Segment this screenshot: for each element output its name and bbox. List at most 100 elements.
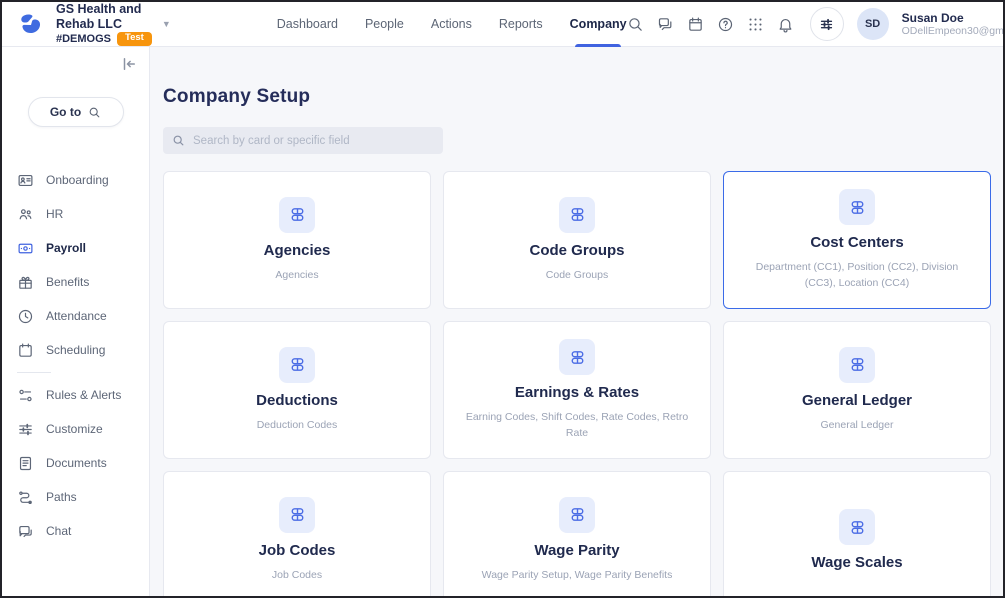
- help-icon[interactable]: [717, 16, 734, 33]
- chatbubble-icon: [17, 523, 34, 540]
- apps-grid-icon[interactable]: [747, 16, 764, 33]
- main-nav: Dashboard People Actions Reports Company: [277, 2, 627, 47]
- search-input[interactable]: [163, 127, 443, 154]
- search-icon[interactable]: [627, 16, 644, 33]
- card-title: Agencies: [263, 241, 331, 259]
- card-title: Job Codes: [258, 541, 336, 559]
- goto-label: Go to: [49, 105, 82, 119]
- card-subtitle: Job Codes: [271, 568, 323, 581]
- sidebar-item-onboarding[interactable]: Onboarding: [2, 163, 149, 197]
- nav-tab-dashboard[interactable]: Dashboard: [277, 2, 338, 47]
- search-icon: [173, 135, 184, 146]
- sidebar-item-attendance[interactable]: Attendance: [2, 299, 149, 333]
- top-header: GS Health and Rehab LLC #DEMOGS Test ▼ D…: [2, 2, 1003, 47]
- module-icon: [839, 509, 875, 545]
- card-title: Deductions: [256, 391, 338, 409]
- sidebar: Go to Onboarding HR Payroll Benefits Attenda…: [2, 47, 150, 596]
- sidebar-item-label: Payroll: [46, 241, 87, 255]
- documents-icon: [17, 455, 34, 472]
- customize-icon: [17, 421, 34, 438]
- calendar-icon[interactable]: [687, 16, 704, 33]
- setup-card-job-codes[interactable]: Job Codes Job Codes: [163, 471, 431, 596]
- user-email: ODellEmpeon30@gmail.co: [901, 24, 1004, 37]
- sidebar-item-paths[interactable]: Paths: [2, 480, 149, 514]
- company-switcher[interactable]: GS Health and Rehab LLC #DEMOGS Test: [56, 2, 152, 46]
- card-subtitle: Deduction Codes: [256, 418, 338, 431]
- setup-cards-grid: Agencies Agencies Code Groups Code Groups Co…: [163, 171, 991, 596]
- sidebar-item-payroll[interactable]: Payroll: [2, 231, 149, 265]
- chevron-down-icon[interactable]: ▼: [162, 19, 171, 29]
- card-title: Cost Centers: [810, 234, 904, 252]
- sidebar-item-benefits[interactable]: Benefits: [2, 265, 149, 299]
- tune-sliders-icon: [820, 18, 833, 30]
- attendance-icon: [17, 308, 34, 325]
- company-code: #DEMOGS: [56, 32, 112, 45]
- preferences-button[interactable]: [809, 7, 844, 41]
- search-icon: [89, 107, 100, 117]
- setup-card-cost-centers[interactable]: Cost Centers Department (CC1), Position (…: [723, 171, 991, 309]
- setup-card-code-groups[interactable]: Code Groups Code Groups: [443, 171, 711, 309]
- card-title: Code Groups: [529, 241, 625, 259]
- user-name: Susan Doe: [901, 10, 964, 25]
- company-name: GS Health and Rehab LLC: [56, 2, 142, 31]
- scheduling-icon: [17, 342, 34, 359]
- sidebar-item-documents[interactable]: Documents: [2, 446, 149, 480]
- user-menu[interactable]: Susan Doe ODellEmpeon30@gmail.co: [901, 10, 1004, 38]
- sidebar-item-customize[interactable]: Customize: [2, 412, 149, 446]
- card-title: General Ledger: [801, 391, 913, 409]
- module-icon: [279, 496, 315, 533]
- sidebar-menu: Onboarding HR Payroll Benefits Attendance Sch…: [2, 163, 149, 548]
- goto-search-button[interactable]: Go to: [27, 97, 124, 127]
- sidebar-item-label: HR: [46, 207, 64, 221]
- module-icon: [279, 196, 315, 233]
- card-subtitle: Wage Parity Setup, Wage Parity Benefits: [481, 568, 673, 581]
- sidebar-item-label: Customize: [46, 422, 103, 436]
- card-subtitle: General Ledger: [820, 418, 894, 431]
- setup-card-agencies[interactable]: Agencies Agencies: [163, 171, 431, 309]
- menu-divider: [17, 372, 51, 373]
- card-title: Wage Parity: [534, 541, 620, 559]
- module-icon: [839, 346, 875, 383]
- setup-card-general-ledger[interactable]: General Ledger General Ledger: [723, 321, 991, 459]
- sidebar-item-hr[interactable]: HR: [2, 197, 149, 231]
- avatar[interactable]: SD: [856, 8, 889, 40]
- main-content: Company Setup Agencies Agencies Code Group…: [150, 47, 1003, 596]
- sidebar-item-scheduling[interactable]: Scheduling: [2, 333, 149, 367]
- sidebar-item-label: Onboarding: [46, 173, 109, 187]
- nav-tab-actions[interactable]: Actions: [431, 2, 472, 47]
- sidebar-item-label: Attendance: [46, 309, 107, 323]
- benefits-icon: [17, 274, 34, 291]
- sidebar-item-label: Chat: [46, 524, 72, 538]
- card-subtitle: Code Groups: [545, 268, 609, 281]
- sidebar-item-chat[interactable]: Chat: [2, 514, 149, 548]
- sidebar-item-label: Rules & Alerts: [46, 388, 122, 402]
- sidebar-item-label: Paths: [46, 490, 77, 504]
- sidebar-item-label: Scheduling: [46, 343, 106, 357]
- card-title: Wage Scales: [811, 554, 903, 571]
- card-search: [163, 127, 443, 154]
- page-title: Company Setup: [163, 86, 311, 107]
- setup-card-earnings-rates[interactable]: Earnings & Rates Earning Codes, Shift Cod…: [443, 321, 711, 459]
- app-window: GS Health and Rehab LLC #DEMOGS Test ▼ D…: [0, 0, 1005, 598]
- setup-card-wage-scales[interactable]: Wage Scales: [723, 471, 991, 596]
- setup-card-wage-parity[interactable]: Wage Parity Wage Parity Setup, Wage Parit…: [443, 471, 711, 596]
- setup-card-deductions[interactable]: Deductions Deduction Codes: [163, 321, 431, 459]
- paths-icon: [17, 489, 34, 506]
- sidebar-item-rules-alerts[interactable]: Rules & Alerts: [2, 378, 149, 412]
- sidebar-item-label: Documents: [46, 456, 107, 470]
- payroll-icon: [17, 240, 34, 257]
- empeon-logo-icon: [21, 14, 41, 34]
- messages-icon[interactable]: [657, 16, 674, 33]
- nav-tab-people[interactable]: People: [365, 2, 404, 47]
- onboarding-icon: [17, 172, 34, 189]
- card-title: Earnings & Rates: [514, 384, 640, 402]
- nav-tab-reports[interactable]: Reports: [499, 2, 543, 47]
- header-actions: SD Susan Doe ODellEmpeon30@gmail.co ▼: [627, 7, 1004, 41]
- card-subtitle: Earning Codes, Shift Codes, Rate Codes, …: [465, 411, 689, 439]
- module-icon: [559, 196, 595, 233]
- nav-tab-company[interactable]: Company: [570, 2, 627, 47]
- module-icon: [839, 189, 875, 226]
- notifications-bell-icon[interactable]: [777, 16, 794, 33]
- card-subtitle: Department (CC1), Position (CC2), Divisi…: [755, 261, 959, 289]
- collapse-sidebar-icon[interactable]: [120, 55, 138, 73]
